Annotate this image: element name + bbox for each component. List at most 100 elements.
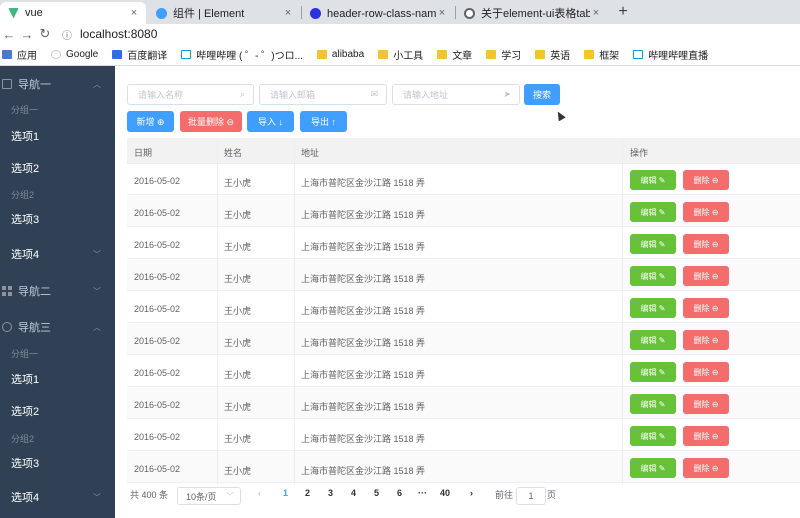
page-number[interactable]: 5 [374,488,379,498]
tab-csdn[interactable]: 关于element-ui表格table设置h × [456,2,608,24]
cell-name: 王小虎 [224,306,252,316]
tab-vue[interactable]: vue × [0,2,146,24]
batch-delete-button[interactable]: 批量删除 ⊖ [180,111,242,132]
edit-button[interactable]: 编辑 ✎ [630,394,676,414]
close-icon[interactable]: × [282,7,294,19]
menu-item-option4[interactable]: 选项4 ﹀ [0,483,115,511]
tab-baidu[interactable]: header-row-class-name_百度搜 × [302,2,454,24]
edit-button[interactable]: 编辑 ✎ [630,202,676,222]
email-search-input[interactable]: 请输入邮箱 ✉ [259,84,387,105]
delete-button[interactable]: 删除 ⊖ [683,362,729,382]
cell-address: 上海市普陀区金沙江路 1518 弄 [301,402,426,412]
tab-element[interactable]: 组件 | Element × [148,2,300,24]
edit-button[interactable]: 编辑 ✎ [630,298,676,318]
cell-date: 2016-05-02 [134,400,181,410]
delete-button[interactable]: 删除 ⊖ [683,202,729,222]
folder-icon [535,50,546,59]
delete-button[interactable]: 删除 ⊖ [683,394,729,414]
more-pages-button[interactable]: ··· [418,488,427,498]
delete-button[interactable]: 删除 ⊖ [683,458,729,478]
edit-button[interactable]: 编辑 ✎ [630,362,676,382]
edit-button[interactable]: 编辑 ✎ [630,234,676,254]
delete-button[interactable]: 删除 ⊖ [683,170,729,190]
prev-page-button[interactable]: ‹ [258,488,261,498]
pagination: 共 400 条 10条/页 ﹀ ‹ 1 2 3 4 5 6 ··· 40 › 前… [127,480,800,510]
delete-button[interactable]: 删除 ⊖ [683,298,729,318]
page-number[interactable]: 6 [397,488,402,498]
page-number[interactable]: 3 [328,488,333,498]
bookmark-alibaba[interactable]: alibaba [316,49,364,60]
column-header-name: 姓名 [224,148,243,158]
delete-button[interactable]: 删除 ⊖ [683,234,729,254]
page-number[interactable]: 40 [440,488,450,498]
cell-name: 王小虎 [224,242,252,252]
bookmark-bilibili[interactable]: 哔哩哔哩 ( ゜- ゜)つロ... [181,47,303,62]
search-icon: ⌕ [239,89,245,99]
column-divider [622,138,623,484]
page-number[interactable]: 4 [351,488,356,498]
add-button[interactable]: 新增 ⊕ [127,111,174,132]
cell-address: 上海市普陀区金沙江路 1518 弄 [301,306,426,316]
cell-date: 2016-05-02 [134,176,181,186]
edit-button[interactable]: 编辑 ✎ [630,330,676,350]
forward-arrow-icon[interactable]: → [18,27,36,42]
url-field[interactable]: localhost:8080 [80,27,157,41]
bookmark-google[interactable]: Google [51,49,98,60]
apps-icon [2,50,12,59]
menu-item-option1[interactable]: 选项1 [0,122,115,150]
menu-item-option3[interactable]: 选项3 [0,205,115,233]
delete-button[interactable]: 删除 ⊖ [683,330,729,350]
column-header-address: 地址 [301,148,320,158]
next-page-button[interactable]: › [470,488,473,498]
bookmark-study[interactable]: 学习 [486,47,521,62]
cell-name: 王小虎 [224,434,252,444]
browser-tab-bar: vue × 组件 | Element × header-row-class-na… [0,0,800,24]
close-icon[interactable]: × [436,7,448,19]
edit-button[interactable]: 编辑 ✎ [630,426,676,446]
menu-item-option4[interactable]: 选项4 ﹀ [0,240,115,268]
info-icon[interactable]: ⓘ [58,27,76,42]
column-header-actions: 操作 [630,148,649,158]
menu-item-option2[interactable]: 选项2 [0,154,115,182]
page-size-select[interactable]: 10条/页 ﹀ [177,487,241,505]
bookmark-baidu-translate[interactable]: 百度翻译 [112,47,167,62]
bookmark-tools[interactable]: 小工具 [378,47,423,62]
menu-item-option3[interactable]: 选项3 [0,449,115,477]
search-button[interactable]: 搜索 [524,84,560,105]
menu-item-option1[interactable]: 选项1 [0,365,115,393]
bilibili-icon [181,50,192,59]
gear-icon [2,322,12,332]
sidebar-menu: 导航一 ︿ 分组一 选项1 选项2 分组2 选项3 选项4 ﹀ 导航二 ﹀ 导航… [0,66,115,518]
bookmark-bilibili-live[interactable]: 哔哩哔哩直播 [633,47,708,62]
page-number[interactable]: 1 [283,488,288,498]
submenu-nav3[interactable]: 导航三 ︿ [0,314,115,340]
bookmark-apps[interactable]: 应用 [2,47,37,62]
menu-item-option2[interactable]: 选项2 [0,397,115,425]
edit-button[interactable]: 编辑 ✎ [630,266,676,286]
bookmark-english[interactable]: 英语 [535,47,570,62]
menu-group-title: 分组一 [11,348,39,359]
cell-name: 王小虎 [224,370,252,380]
delete-button[interactable]: 删除 ⊖ [683,266,729,286]
new-tab-button[interactable]: + [616,3,630,21]
bookmark-frameworks[interactable]: 框架 [584,47,619,62]
cell-address: 上海市普陀区金沙江路 1518 弄 [301,274,426,284]
submenu-nav2[interactable]: 导航二 ﹀ [0,278,115,304]
edit-button[interactable]: 编辑 ✎ [630,170,676,190]
import-button[interactable]: 导入 ↓ [247,111,294,132]
submenu-nav1[interactable]: 导航一 ︿ [0,72,115,96]
reload-icon[interactable]: ↻ [36,26,54,42]
bookmark-articles[interactable]: 文章 [437,47,472,62]
menu-grid-icon [2,286,12,296]
close-icon[interactable]: × [128,7,140,19]
address-search-input[interactable]: 请输入地址 ➤ [392,84,520,105]
cell-address: 上海市普陀区金沙江路 1518 弄 [301,242,426,252]
page-number[interactable]: 2 [305,488,310,498]
goto-page-input[interactable]: 1 [516,487,546,505]
back-arrow-icon[interactable]: ← [0,27,18,42]
export-button[interactable]: 导出 ↑ [300,111,347,132]
edit-button[interactable]: 编辑 ✎ [630,458,676,478]
delete-button[interactable]: 删除 ⊖ [683,426,729,446]
name-search-input[interactable]: 请输入名称 ⌕ [127,84,254,105]
close-icon[interactable]: × [590,7,602,19]
